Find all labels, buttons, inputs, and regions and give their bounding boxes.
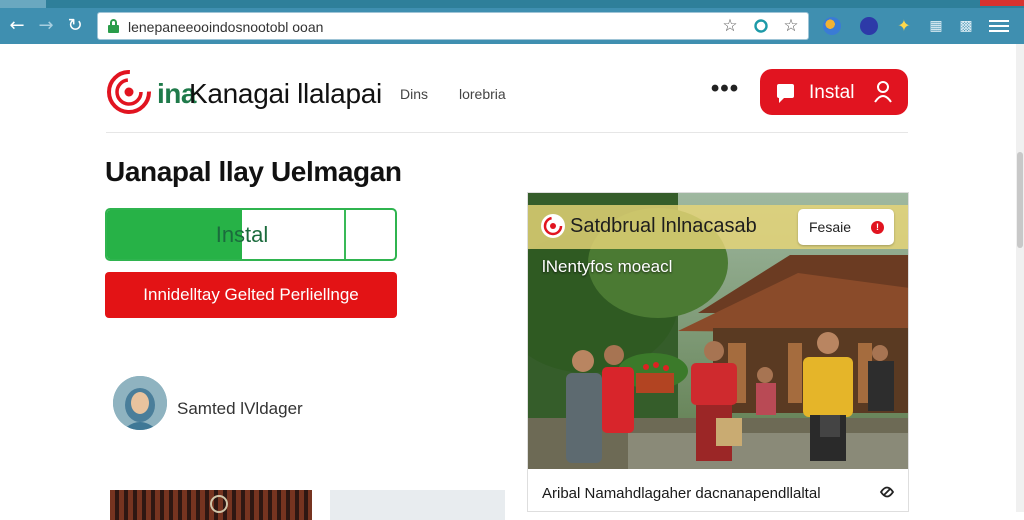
card-badge-button[interactable]: Fesaie !: [798, 209, 894, 245]
browser-tab[interactable]: [0, 0, 46, 8]
card-logo-icon: [541, 214, 565, 238]
browser-tabstrip: [0, 0, 1024, 8]
author-name[interactable]: Samted lVldager: [177, 399, 303, 419]
puzzle-ext-icon[interactable]: ✦: [895, 17, 913, 35]
bookmark-star-icon[interactable]: ☆: [781, 16, 801, 36]
back-icon[interactable]: ←: [6, 15, 28, 37]
user-icon: [874, 81, 892, 103]
window-close-area[interactable]: [980, 0, 1024, 6]
page-scrollbar[interactable]: [1016, 44, 1024, 512]
browser-menu-icon[interactable]: [987, 17, 1011, 35]
site-title[interactable]: Kanagai llalapai: [189, 78, 382, 110]
install-progress-button[interactable]: Instal: [105, 208, 397, 261]
nav-link-lorebria[interactable]: lorebria: [459, 86, 506, 102]
grid-ext-icon[interactable]: ▦: [927, 17, 945, 35]
nav-link-dins[interactable]: Dins: [400, 86, 428, 102]
url-text[interactable]: lenepaneeooindosnootobl ooan: [128, 19, 323, 35]
chat-icon: [777, 84, 794, 103]
brand-logo-icon[interactable]: [106, 69, 152, 115]
progress-button-label: Instal: [215, 222, 269, 247]
reload-icon[interactable]: ↻: [64, 15, 86, 37]
forward-icon[interactable]: →: [35, 15, 57, 37]
card-badge-label: Fesaie: [809, 219, 852, 235]
address-bar[interactable]: lenepaneeooindosnootobl ooan ☆ ☆: [97, 12, 809, 40]
alert-icon: !: [871, 221, 884, 234]
article-thumbnail[interactable]: [110, 490, 312, 520]
colorful-ext-icon[interactable]: [823, 17, 841, 35]
header-divider: [106, 132, 908, 133]
browser-toolbar: ← → ↻ lenepaneeooindosnootobl ooan ☆ ☆ ✦…: [0, 8, 1024, 44]
card-overlay-text: lNentyfos moeacl: [542, 257, 673, 276]
card-caption[interactable]: Aribal Namahdlagaher dacnanapendllaltal: [542, 485, 821, 502]
page-headline: Uanapal llay Uelmagan: [105, 156, 402, 187]
install-button-label: Instal: [809, 82, 855, 103]
blue-ext-icon[interactable]: [860, 17, 878, 35]
install-button[interactable]: Instal: [760, 69, 908, 115]
card-header-bar: Satdbrual lnlnacasab Fesaie !: [528, 205, 908, 249]
web-page: ina Kanagai llalapai Dins lorebria ••• I…: [0, 44, 1024, 520]
more-options-button[interactable]: •••: [710, 77, 740, 101]
lock-icon: [108, 19, 119, 33]
shield-ring-icon[interactable]: [751, 16, 771, 36]
author-avatar[interactable]: [113, 376, 167, 430]
share-icon[interactable]: [878, 483, 896, 501]
qr-ext-icon[interactable]: ▩: [957, 17, 975, 35]
article-thumbnail[interactable]: [330, 490, 505, 520]
featured-card[interactable]: Satdbrual lnlnacasab Fesaie ! lNentyfos …: [527, 192, 909, 512]
star-outline-icon[interactable]: ☆: [720, 16, 740, 36]
scrollbar-thumb[interactable]: [1017, 152, 1023, 248]
card-title[interactable]: Satdbrual lnlnacasab: [570, 215, 757, 238]
cta-button[interactable]: Innidelltay Gelted Perliellnge: [105, 272, 397, 318]
